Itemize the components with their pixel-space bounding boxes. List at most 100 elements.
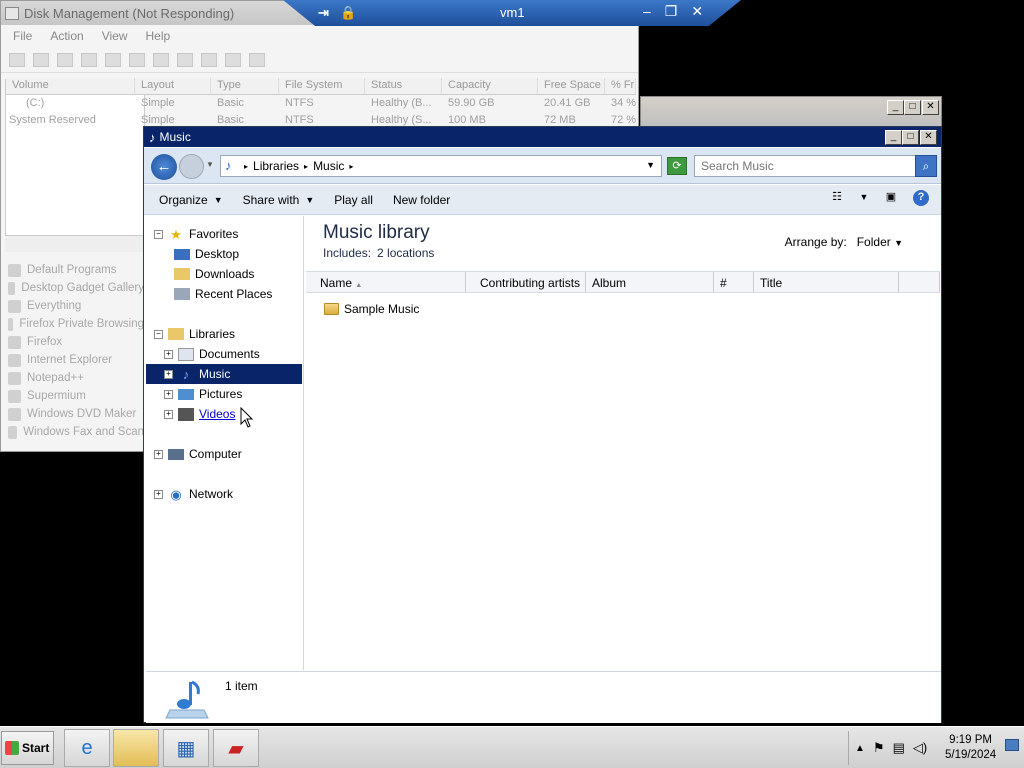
list-item[interactable]: Supermium xyxy=(1,387,144,405)
column-status[interactable]: Status xyxy=(365,78,442,94)
view-dropdown-icon[interactable]: ▼ xyxy=(859,190,869,206)
back-button[interactable]: ← xyxy=(151,154,177,180)
maximize-button[interactable]: □ xyxy=(904,100,921,115)
pin-icon[interactable]: ⇥ xyxy=(318,5,329,21)
expand-icon[interactable]: + xyxy=(154,489,163,499)
list-item[interactable]: Notepad++ xyxy=(1,369,144,387)
internet-explorer-icon[interactable]: e xyxy=(64,729,110,767)
nav-recent-places[interactable]: Recent Places xyxy=(174,284,272,304)
server-manager-icon[interactable]: ▦ xyxy=(163,729,209,767)
nav-network[interactable]: + ◉ Network xyxy=(154,484,233,504)
expand-icon[interactable]: + xyxy=(154,449,163,459)
close-button[interactable]: ✕ xyxy=(920,130,937,145)
includes-locations-link[interactable]: 2 locations xyxy=(377,246,434,260)
refresh-icon[interactable] xyxy=(129,52,145,67)
menu-view[interactable]: View xyxy=(102,29,128,43)
settings-icon[interactable] xyxy=(249,52,265,67)
search-icon[interactable] xyxy=(225,52,241,67)
maximize-button[interactable]: □ xyxy=(902,130,919,145)
explorer-icon[interactable] xyxy=(113,729,159,767)
clock[interactable]: 9:19 PM 5/19/2024 xyxy=(945,733,996,763)
start-button[interactable]: Start xyxy=(1,731,54,765)
column-name[interactable]: Name ▲ xyxy=(306,272,466,292)
action-center-flag-icon[interactable]: ⚑ xyxy=(873,740,885,756)
help-icon[interactable] xyxy=(81,52,97,67)
column-percent-free[interactable]: % Fr xyxy=(605,78,636,94)
nav-computer[interactable]: + Computer xyxy=(154,444,242,464)
column-track-number[interactable]: # xyxy=(714,272,754,292)
column-volume[interactable]: Volume xyxy=(6,78,135,94)
nav-favorites[interactable]: − ★ Favorites xyxy=(154,224,238,244)
column-title[interactable]: Title xyxy=(754,272,899,292)
column-free-space[interactable]: Free Space xyxy=(538,78,605,94)
search-icon[interactable]: ⌕ xyxy=(915,155,937,177)
expand-icon[interactable]: + xyxy=(164,409,173,419)
properties-icon[interactable] xyxy=(105,52,121,67)
forward-button[interactable] xyxy=(179,154,204,179)
toolbox-icon[interactable]: ▰ xyxy=(213,729,259,767)
play-all-button[interactable]: Play all xyxy=(324,193,383,207)
nav-libraries[interactable]: − Libraries xyxy=(154,324,235,344)
menu-action[interactable]: Action xyxy=(50,29,83,43)
table-row[interactable]: (C:) Simple Basic NTFS Healthy (B... 59.… xyxy=(6,97,636,109)
column-layout[interactable]: Layout xyxy=(135,78,211,94)
list-item[interactable]: Internet Explorer xyxy=(1,351,144,369)
breadcrumb-separator-icon[interactable]: ▸ xyxy=(304,162,308,171)
arrange-by-dropdown[interactable]: Folder ▼ xyxy=(857,235,903,249)
breadcrumb-separator-icon[interactable]: ▸ xyxy=(349,162,353,171)
organize-button[interactable]: Organize ▼ xyxy=(144,193,233,207)
column-contributing-artists[interactable]: Contributing artists xyxy=(466,272,586,292)
properties2-icon[interactable] xyxy=(177,52,193,67)
delete-icon[interactable] xyxy=(153,52,169,67)
lock-icon[interactable]: 🔒 xyxy=(340,5,356,21)
network-tray-icon[interactable]: ▤ xyxy=(893,740,905,756)
list-item[interactable]: Sample Music xyxy=(324,302,419,316)
column-file-system[interactable]: File System xyxy=(279,78,365,94)
change-view-icon[interactable]: ☷ xyxy=(829,190,845,206)
nav-desktop[interactable]: Desktop xyxy=(174,244,239,264)
vm-minimize-button[interactable]: – xyxy=(643,3,651,20)
breadcrumb-separator-icon[interactable]: ▸ xyxy=(244,162,248,171)
breadcrumb-music[interactable]: Music xyxy=(313,159,344,173)
share-with-button[interactable]: Share with ▼ xyxy=(233,193,325,207)
nav-documents[interactable]: + Documents xyxy=(164,344,260,364)
console-tree-icon[interactable] xyxy=(57,52,73,67)
collapse-icon[interactable]: − xyxy=(154,229,163,239)
minimize-button[interactable]: _ xyxy=(887,100,904,115)
minimize-button[interactable]: _ xyxy=(885,130,902,145)
collapse-icon[interactable]: − xyxy=(154,329,163,339)
list-item[interactable]: Firefox xyxy=(1,333,144,351)
close-button[interactable]: ✕ xyxy=(922,100,939,115)
expand-icon[interactable]: + xyxy=(164,369,173,379)
list-item[interactable]: Everything xyxy=(1,297,144,315)
breadcrumb-libraries[interactable]: Libraries xyxy=(253,159,299,173)
open-icon[interactable] xyxy=(201,52,217,67)
column-capacity[interactable]: Capacity xyxy=(442,78,538,94)
forward-icon[interactable] xyxy=(33,52,49,67)
list-item[interactable]: Default Programs xyxy=(1,261,144,279)
nav-pictures[interactable]: + Pictures xyxy=(164,384,242,404)
preview-pane-icon[interactable]: ▣ xyxy=(883,190,899,206)
nav-videos[interactable]: + Videos xyxy=(164,404,235,424)
refresh-button[interactable]: ⟳ xyxy=(667,157,687,175)
list-item[interactable]: Windows DVD Maker xyxy=(1,405,144,423)
help-icon[interactable]: ? xyxy=(913,190,929,206)
show-hidden-icons-icon[interactable]: ▲ xyxy=(855,743,865,754)
nav-downloads[interactable]: Downloads xyxy=(174,264,254,284)
expand-icon[interactable]: + xyxy=(164,349,173,359)
volume-icon[interactable]: ◁) xyxy=(913,740,927,756)
address-dropdown-icon[interactable]: ▼ xyxy=(646,160,655,170)
table-row[interactable]: System Reserved Simple Basic NTFS Health… xyxy=(6,114,636,126)
list-item[interactable]: Firefox Private Browsing xyxy=(1,315,144,333)
search-input[interactable] xyxy=(694,155,916,177)
new-folder-button[interactable]: New folder xyxy=(383,193,460,207)
nav-music[interactable]: + ♪ Music xyxy=(146,364,302,384)
expand-icon[interactable]: + xyxy=(164,389,173,399)
column-album[interactable]: Album xyxy=(586,272,714,292)
back-icon[interactable] xyxy=(9,52,25,67)
vm-close-button[interactable]: ✕ xyxy=(691,3,703,20)
show-desktop-icon[interactable] xyxy=(1005,739,1019,751)
explorer-titlebar[interactable]: ♪ Music _ □ ✕ xyxy=(144,127,941,147)
list-item[interactable]: Windows Fax and Scan xyxy=(1,423,144,441)
horizontal-scrollbar[interactable] xyxy=(5,235,145,252)
